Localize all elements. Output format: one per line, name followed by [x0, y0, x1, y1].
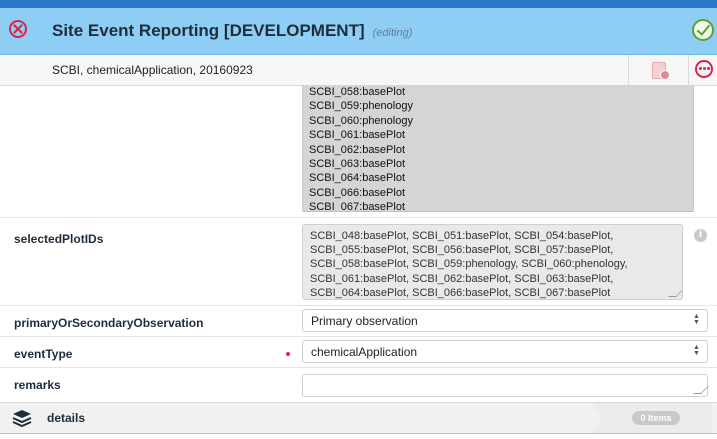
select-arrows-icon: ▲ ▼ — [693, 344, 700, 357]
list-item[interactable]: SCBI_058:basePlot — [309, 85, 693, 99]
record-subheader: SCBI, chemicalApplication, 20160923 — [0, 55, 717, 86]
page-title: Site Event Reporting [DEVELOPMENT] (editi… — [52, 21, 412, 41]
more-options-icon[interactable] — [695, 60, 713, 78]
row-divider — [0, 217, 717, 218]
close-icon[interactable] — [9, 20, 27, 38]
textarea-line: SCBI_048:basePlot, SCBI_051:basePlot, SC… — [310, 230, 614, 242]
list-item[interactable]: SCBI_067:basePlot — [309, 200, 693, 211]
row-divider — [0, 305, 717, 306]
row-divider — [0, 367, 717, 368]
textarea-line: SCBI_064:basePlot, SCBI_066:basePlot, SC… — [310, 286, 611, 299]
plot-multiselect-list[interactable]: SCBI_058:basePlot SCBI_059:phenology SCB… — [302, 85, 694, 212]
list-item[interactable]: SCBI_063:basePlot — [309, 157, 693, 171]
required-indicator — [286, 352, 290, 356]
observation-type-value: Primary observation — [311, 314, 418, 328]
divider — [688, 55, 689, 85]
list-item[interactable]: SCBI_061:basePlot — [309, 128, 693, 142]
observation-type-label: primaryOrSecondaryObservation — [14, 316, 204, 330]
selected-plot-ids-label: selectedPlotIDs — [14, 232, 104, 246]
textarea-line: SCBI_055:basePlot, SCBI_056:basePlot, SC… — [310, 244, 614, 257]
list-item[interactable]: SCBI_066:basePlot — [309, 186, 693, 200]
editing-status: (editing) — [372, 27, 413, 39]
event-type-select[interactable]: chemicalApplication ▲ ▼ — [302, 340, 708, 363]
observation-type-select[interactable]: Primary observation ▲ ▼ — [302, 309, 708, 332]
document-icon[interactable] — [652, 62, 670, 80]
details-label: details — [47, 411, 86, 425]
remarks-label: remarks — [14, 378, 61, 392]
record-title: SCBI, chemicalApplication, 20160923 — [52, 63, 253, 77]
list-item[interactable]: SCBI_059:phenology — [309, 99, 693, 113]
form-header: Site Event Reporting [DEVELOPMENT] (editi… — [0, 8, 717, 55]
select-arrows-icon: ▲ ▼ — [693, 313, 700, 326]
info-icon[interactable]: i — [694, 229, 707, 242]
divider — [628, 55, 629, 85]
textarea-line: SCBI_061:basePlot, SCBI_062:basePlot, SC… — [310, 272, 614, 285]
event-type-label: eventType — [14, 347, 73, 361]
layers-icon — [12, 410, 32, 427]
top-strip — [0, 0, 717, 8]
selected-plot-ids-textarea[interactable]: SCBI_048:basePlot, SCBI_051:basePlot, SC… — [302, 224, 683, 300]
textarea-line: SCBI_058:basePlot, SCBI_059:phenology, S… — [310, 258, 628, 271]
row-divider — [0, 336, 717, 337]
details-section-bar[interactable]: details 0 Items — [0, 402, 717, 434]
remarks-textarea[interactable] — [302, 374, 709, 397]
items-count-badge: 0 Items — [632, 411, 680, 425]
list-item[interactable]: SCBI_064:basePlot — [309, 171, 693, 185]
save-check-icon[interactable] — [692, 19, 714, 41]
list-item[interactable]: SCBI_062:basePlot — [309, 143, 693, 157]
list-item[interactable]: SCBI_060:phenology — [309, 114, 693, 128]
resize-handle-icon[interactable] — [693, 386, 709, 394]
page-title-text: Site Event Reporting [DEVELOPMENT] — [52, 21, 365, 40]
event-type-value: chemicalApplication — [311, 345, 418, 359]
